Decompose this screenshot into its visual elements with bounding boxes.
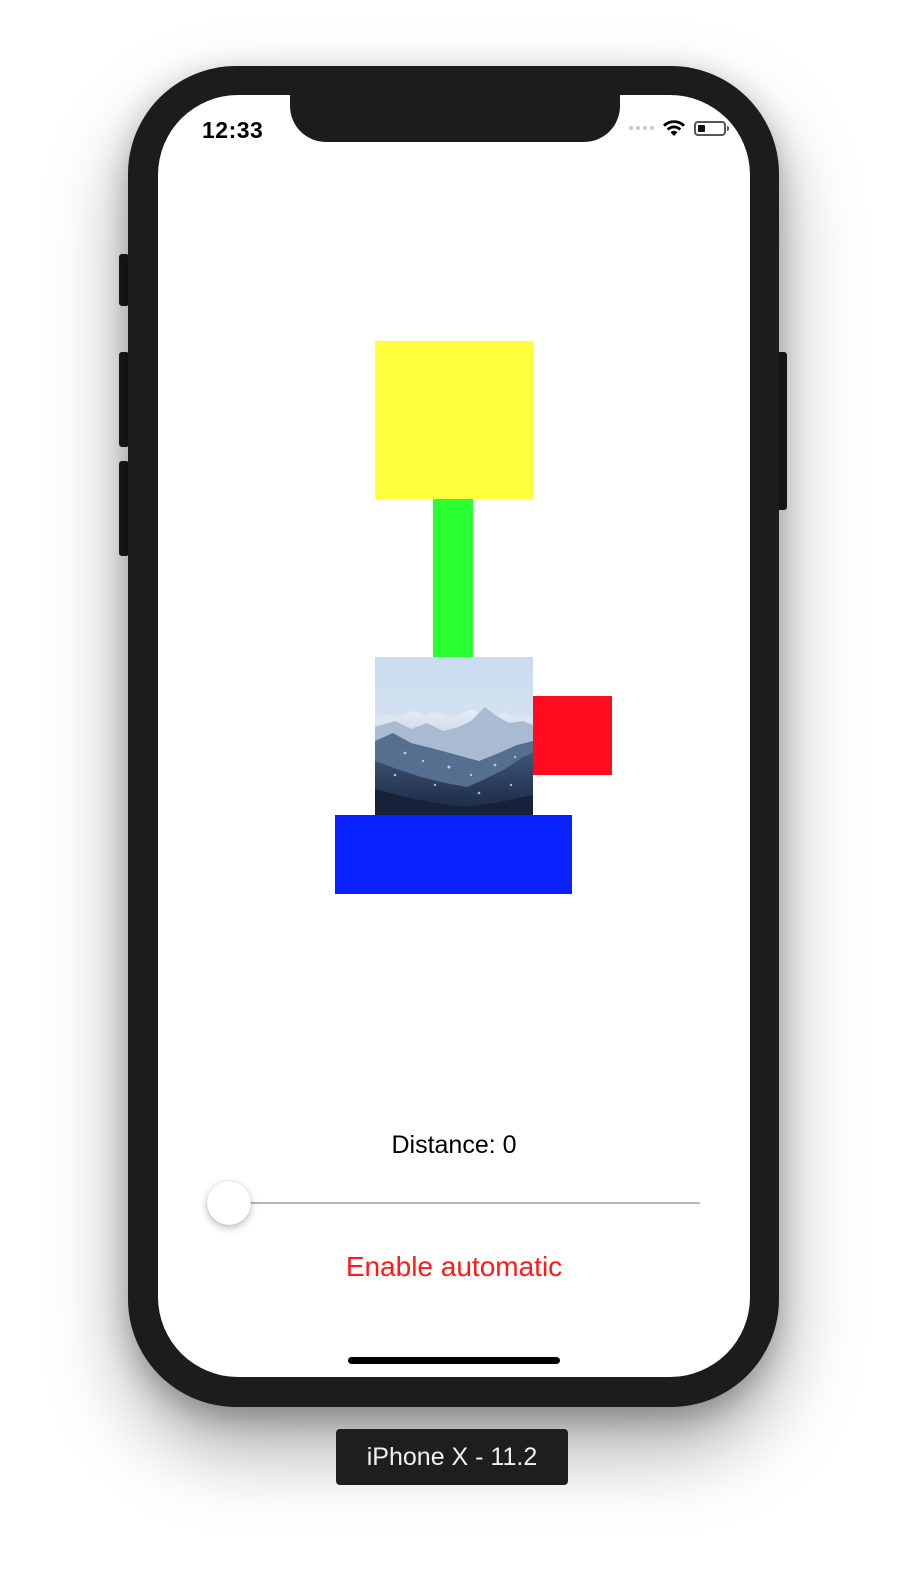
distance-label: Distance: 0 — [158, 1131, 750, 1160]
home-indicator — [348, 1357, 560, 1364]
blue-bar — [335, 815, 572, 894]
battery-icon — [694, 120, 729, 136]
slider-track[interactable] — [229, 1202, 700, 1204]
notch — [290, 95, 620, 142]
distance-text: Distance: 0 — [391, 1131, 517, 1159]
device-label: iPhone X - 11.2 — [336, 1429, 568, 1485]
enable-automatic-button[interactable]: Enable automatic — [158, 1251, 750, 1283]
wifi-icon — [663, 120, 685, 136]
green-bar — [433, 499, 473, 657]
signal-dots-icon — [629, 126, 654, 130]
distance-slider[interactable] — [207, 1181, 700, 1225]
battery-level — [698, 124, 705, 132]
status-time: 12:33 — [202, 117, 264, 143]
red-square — [533, 696, 612, 775]
status-icons — [629, 119, 729, 137]
simulator-stage: 12:33 Distance: 0 Enable automatic iPhon… — [0, 0, 916, 1586]
phone-screen: 12:33 Distance: 0 Enable automatic — [158, 95, 750, 1377]
yellow-square — [375, 341, 533, 499]
slider-thumb[interactable] — [207, 1181, 251, 1225]
mountain-image — [375, 657, 533, 815]
